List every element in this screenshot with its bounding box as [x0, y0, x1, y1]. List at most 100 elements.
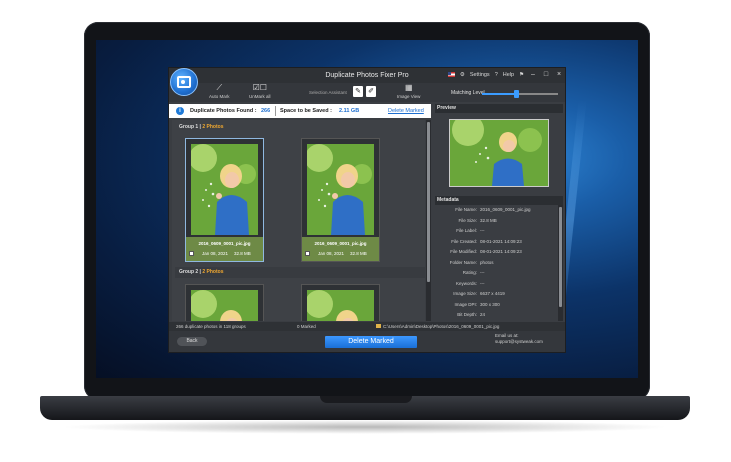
- title-bar-controls: ⚙ Settings ? Help ⚑ – □ ×: [447, 71, 563, 78]
- language-flag-icon[interactable]: [447, 72, 455, 77]
- selection-assistant-label: Selection Assistant: [309, 90, 347, 95]
- metadata-key: File Created:: [451, 238, 477, 244]
- file-path: C:\Users\Admin\Desktop\Photos\2016_0609_…: [376, 324, 499, 329]
- groups-summary: 266 duplicate photos in 118 groups: [176, 324, 246, 329]
- metadata-value: ---: [480, 228, 485, 233]
- metadata-key: File Size:: [458, 217, 477, 223]
- photo-card[interactable]: [301, 284, 380, 321]
- photo-thumbnail[interactable]: [307, 144, 374, 235]
- metadata-key: File Name:: [455, 207, 477, 212]
- grid-view-icon: ▦: [404, 83, 413, 92]
- metadata-key: Folder Name:: [449, 259, 477, 265]
- metadata-key: File Label:: [456, 228, 477, 233]
- metadata-value: 6637 x 4419: [480, 291, 505, 296]
- unmark-all-label: UnMark all: [249, 94, 271, 99]
- app-window: Duplicate Photos Fixer Pro ⚙ Settings ? …: [168, 67, 566, 353]
- photo-pane-scrollbar[interactable]: [426, 120, 431, 321]
- support-email: Email us at: support@systweak.com: [495, 333, 543, 345]
- girl-dandelion-preview-image: [450, 120, 548, 186]
- metadata-scrollbar[interactable]: [558, 205, 563, 321]
- metadata-key: Rating:: [462, 270, 477, 275]
- photo-thumbnail[interactable]: [191, 290, 258, 321]
- email-address[interactable]: support@systweak.com: [495, 339, 543, 345]
- unmark-all-button[interactable]: ☑☐ UnMark all: [249, 83, 271, 100]
- metadata-key: Keywords:: [455, 280, 477, 286]
- selection-assistant-edit-icon[interactable]: ✐: [366, 86, 376, 97]
- photo-card[interactable]: 2016_0609_0001_pic.jpg Jan 08, 2021 32.8…: [185, 138, 264, 262]
- photo-checkbox[interactable]: [305, 251, 310, 256]
- metadata-row: File Size: 32.8 MB: [435, 216, 557, 227]
- metadata-scroll-thumb[interactable]: [559, 207, 562, 307]
- metadata-key: Image Size:: [453, 291, 477, 296]
- group-label: Group 1 |: [179, 124, 201, 130]
- photo-size: 32.8 MB: [350, 251, 367, 256]
- photo-name: 2016_0609_0001_pic.jpg: [314, 241, 367, 246]
- photo-pane-scroll-thumb[interactable]: [427, 122, 430, 282]
- delete-marked-link[interactable]: Delete Marked: [388, 108, 424, 114]
- group-count: 2 Photos: [202, 124, 224, 130]
- preview-image: [449, 119, 549, 187]
- auto-mark-button[interactable]: ⟋ Auto Mark: [209, 84, 230, 100]
- metadata-row: Image Size: 6637 x 4419: [435, 289, 557, 300]
- metadata-header: Metadata: [435, 196, 563, 205]
- photo-size: 32.8 MB: [234, 251, 251, 256]
- help-menu[interactable]: Help: [503, 72, 514, 78]
- metadata-key: Bit Depth:: [457, 312, 477, 317]
- metadata-value: ---: [480, 280, 485, 286]
- minimize-button[interactable]: –: [529, 71, 537, 78]
- photo-thumbnail[interactable]: [191, 144, 258, 235]
- folder-icon: [376, 324, 381, 328]
- image-view-label: Image View: [397, 94, 421, 99]
- metadata-value: 300 x 300: [480, 301, 500, 307]
- maximize-button[interactable]: □: [542, 71, 550, 78]
- photo-checkbox[interactable]: [189, 251, 194, 256]
- metadata-value: 2016_0609_0001_pic.jpg: [480, 207, 531, 212]
- back-button[interactable]: Back: [177, 337, 207, 346]
- auto-mark-label: Auto Mark: [209, 94, 230, 99]
- image-view-button[interactable]: ▦ Image View: [397, 83, 421, 100]
- preview-header: Preview: [435, 104, 563, 113]
- duplicates-found-label: Duplicate Photos Found :: [190, 108, 257, 114]
- flag-icon[interactable]: ⚑: [519, 72, 524, 78]
- matching-level-handle[interactable]: [514, 90, 520, 98]
- checkbox-pair-icon: ☑☐: [252, 83, 267, 92]
- delete-marked-button[interactable]: Delete Marked: [325, 336, 417, 348]
- photo-card[interactable]: [185, 284, 264, 321]
- metadata-row: File Created: 08-01-2021 14:09:23: [435, 237, 557, 248]
- title-bar: Duplicate Photos Fixer Pro ⚙ Settings ? …: [169, 68, 565, 83]
- close-button[interactable]: ×: [555, 71, 563, 78]
- group-label: Group 2 |: [179, 269, 201, 275]
- metadata-row: Image DPI: 300 x 300: [435, 300, 557, 311]
- photo-groups-pane: Group 1 | 2 Photos 2016_0609_0001_pic.jp…: [172, 120, 425, 321]
- app-logo-icon: [170, 68, 198, 96]
- metadata-key: File Modified:: [450, 249, 477, 254]
- metadata-row: File Label: ---: [435, 226, 557, 237]
- group-header: Group 2 | 2 Photos: [175, 267, 425, 278]
- product-shot: Duplicate Photos Fixer Pro ⚙ Settings ? …: [0, 0, 731, 462]
- metadata-value: 24: [480, 312, 486, 317]
- metadata-row: Bit Depth: 24: [435, 310, 557, 321]
- girl-dandelion-image: [307, 290, 374, 321]
- footer-bar: Back Delete Marked Email us at: support@…: [169, 331, 565, 352]
- file-path-text: C:\Users\Admin\Desktop\Photos\2016_0609_…: [383, 324, 500, 329]
- status-bar: 266 duplicate photos in 118 groups 0 Mar…: [169, 322, 565, 331]
- matching-level-slider[interactable]: [482, 90, 558, 98]
- photo-logo-glyph: [177, 76, 191, 88]
- photo-thumbnail[interactable]: [307, 290, 374, 321]
- metadata-key: Image DPI:: [454, 301, 477, 307]
- photo-caption: 2016_0609_0001_pic.jpg Jan 08, 2021 32.8…: [302, 237, 379, 261]
- metadata-value: photos: [480, 259, 494, 265]
- metadata-value: ---: [480, 270, 485, 275]
- summary-divider: [275, 106, 276, 116]
- gear-icon[interactable]: ⚙: [460, 72, 465, 78]
- metadata-row: Keywords: ---: [435, 279, 557, 290]
- girl-dandelion-image: [191, 290, 258, 321]
- group-header: Group 1 | 2 Photos: [175, 122, 425, 133]
- metadata-value: 32.8 MB: [480, 217, 497, 223]
- selection-assistant-mark-icon[interactable]: ✎: [353, 86, 363, 97]
- help-icon[interactable]: ?: [495, 72, 498, 78]
- metadata-table: File Name: 2016_0609_0001_pic.jpg File Siz…: [435, 205, 557, 331]
- metadata-row: File Name: 2016_0609_0001_pic.jpg: [435, 205, 557, 216]
- settings-menu[interactable]: Settings: [470, 72, 490, 78]
- photo-card[interactable]: 2016_0609_0001_pic.jpg Jan 08, 2021 32.8…: [301, 138, 380, 262]
